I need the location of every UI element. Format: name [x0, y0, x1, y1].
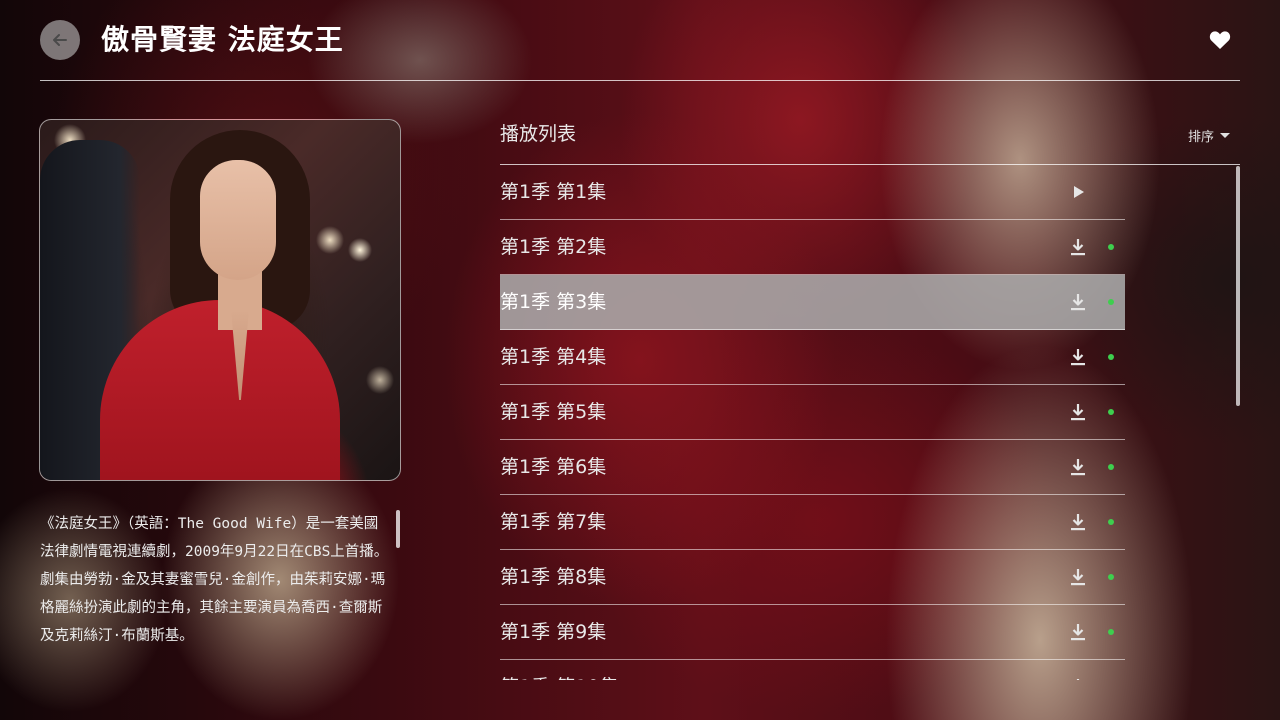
episode-row[interactable]: 第1季 第6集: [500, 440, 1125, 495]
downloaded-status-dot: [1108, 409, 1114, 415]
download-icon: [1070, 293, 1086, 311]
download-button[interactable]: [1069, 513, 1087, 531]
download-button[interactable]: [1069, 238, 1087, 256]
downloaded-status-dot: [1108, 629, 1114, 635]
poster-figure-face: [200, 160, 276, 280]
sort-label: 排序: [1188, 129, 1215, 145]
episode-label: 第1季 第1集: [500, 181, 607, 203]
download-icon: [1070, 403, 1086, 421]
favorite-button[interactable]: [1208, 28, 1232, 52]
downloaded-status-dot: [1108, 299, 1114, 305]
episode-label: 第1季 第8集: [500, 566, 607, 588]
episode-row[interactable]: 第1季 第9集: [500, 605, 1125, 660]
episode-row[interactable]: 第1季 第2集: [500, 220, 1125, 275]
episode-list[interactable]: 第1季 第1集 第1季 第2集 第1季 第3集 第1季 第4集 第1季 第5集 第1季 第…: [500, 165, 1125, 680]
downloaded-status-dot: [1108, 519, 1114, 525]
header: 傲骨賢妻 法庭女王: [40, 0, 1240, 81]
play-button[interactable]: [1069, 183, 1087, 201]
back-button[interactable]: [40, 20, 80, 60]
episode-row[interactable]: 第1季 第7集: [500, 495, 1125, 550]
episode-row[interactable]: 第1季 第5集: [500, 385, 1125, 440]
episode-row[interactable]: 第1季 第4集: [500, 330, 1125, 385]
download-icon: [1070, 623, 1086, 641]
episode-label: 第1季 第10集: [500, 672, 618, 680]
arrow-left-icon: [53, 34, 67, 46]
download-icon: [1070, 568, 1086, 586]
episode-label: 第1季 第6集: [500, 456, 607, 478]
download-icon: [1070, 513, 1086, 531]
show-poster: [39, 119, 401, 481]
download-icon: [1070, 238, 1086, 256]
description-scrollbar[interactable]: [396, 510, 400, 548]
downloaded-status-dot: [1108, 354, 1114, 360]
download-button[interactable]: [1069, 293, 1087, 311]
download-icon: [1070, 458, 1086, 476]
episode-row[interactable]: 第1季 第3集: [500, 275, 1125, 330]
downloaded-status-dot: [1108, 244, 1114, 250]
episode-label: 第1季 第2集: [500, 236, 607, 258]
episode-row[interactable]: 第1季 第10集: [500, 660, 1125, 680]
download-button[interactable]: [1069, 623, 1087, 641]
download-icon: [1070, 348, 1086, 366]
playlist-title: 播放列表: [500, 123, 577, 145]
episode-label: 第1季 第4集: [500, 346, 607, 368]
episode-label: 第1季 第5集: [500, 401, 607, 423]
download-button[interactable]: [1069, 348, 1087, 366]
downloaded-status-dot: [1108, 574, 1114, 580]
episode-row[interactable]: 第1季 第1集: [500, 165, 1125, 220]
episode-label: 第1季 第9集: [500, 621, 607, 643]
play-icon: [1071, 185, 1085, 199]
heart-icon: [1209, 31, 1231, 49]
episode-label: 第1季 第3集: [500, 291, 607, 313]
caret-down-icon: [1220, 132, 1231, 138]
show-description[interactable]: 《法庭女王》（英語：The Good Wife）是一套美國法律劇情電視連續劇，2…: [40, 510, 392, 650]
episode-list-scrollbar[interactable]: [1236, 166, 1240, 406]
episode-row[interactable]: 第1季 第8集: [500, 550, 1125, 605]
download-button[interactable]: [1069, 403, 1087, 421]
episode-label: 第1季 第7集: [500, 511, 607, 533]
download-icon: [1070, 678, 1086, 680]
downloaded-status-dot: [1108, 464, 1114, 470]
show-detail-screen: 傲骨賢妻 法庭女王 《法庭女王》（英語：The Good Wife）是一套美國法…: [0, 0, 1280, 720]
sort-button[interactable]: 排序: [1188, 124, 1231, 146]
download-button[interactable]: [1069, 458, 1087, 476]
download-button[interactable]: [1069, 568, 1087, 586]
download-button[interactable]: [1069, 678, 1087, 680]
page-title: 傲骨賢妻 法庭女王: [101, 23, 344, 56]
